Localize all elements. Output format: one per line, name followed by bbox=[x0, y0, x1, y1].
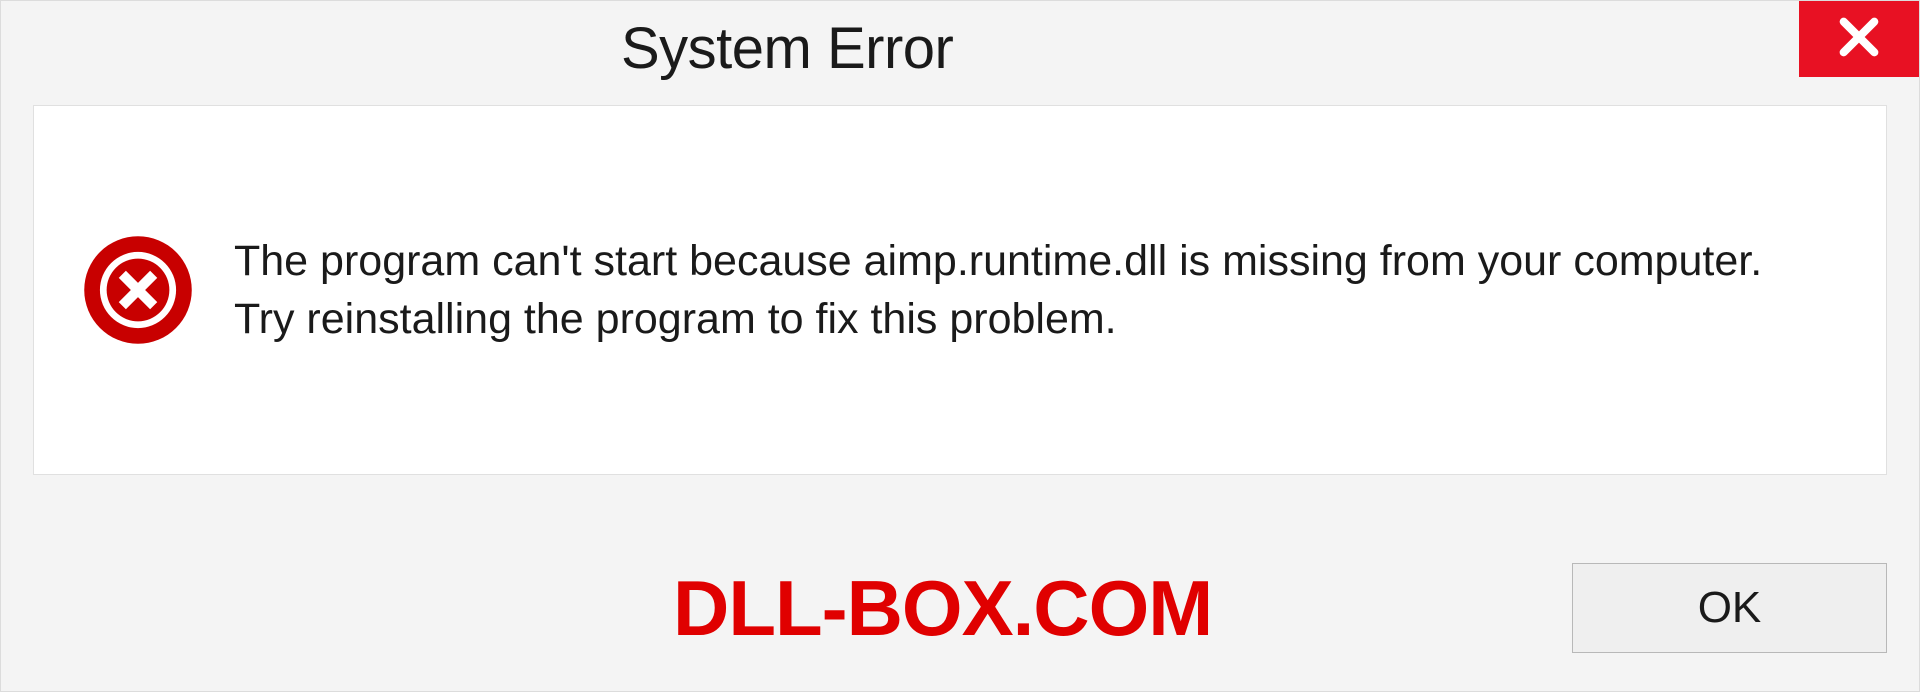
dialog-title: System Error bbox=[621, 15, 953, 82]
error-message: The program can't start because aimp.run… bbox=[234, 232, 1774, 348]
ok-button[interactable]: OK bbox=[1572, 563, 1887, 653]
watermark-text: DLL-BOX.COM bbox=[673, 563, 1212, 654]
dialog-footer: DLL-BOX.COM OK bbox=[33, 543, 1887, 673]
close-button[interactable] bbox=[1799, 1, 1919, 77]
close-icon bbox=[1836, 14, 1882, 65]
error-icon bbox=[82, 234, 194, 346]
error-dialog: System Error The program can't start bec… bbox=[0, 0, 1920, 692]
content-area: The program can't start because aimp.run… bbox=[33, 105, 1887, 475]
titlebar: System Error bbox=[1, 1, 1919, 97]
